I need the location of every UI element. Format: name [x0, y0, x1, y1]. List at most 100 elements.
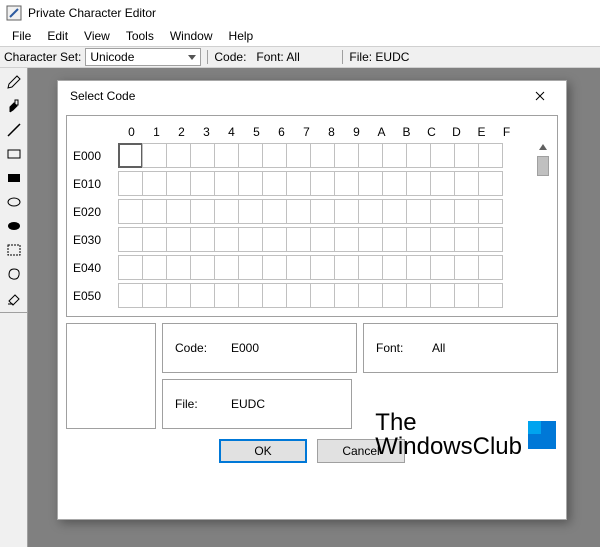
- close-button[interactable]: [522, 84, 558, 108]
- pencil-tool[interactable]: [2, 70, 26, 94]
- grid-cell[interactable]: [262, 227, 287, 252]
- grid-cell[interactable]: [166, 171, 191, 196]
- grid-cell[interactable]: [214, 199, 239, 224]
- ok-button[interactable]: OK: [219, 439, 307, 463]
- grid-cell[interactable]: [262, 255, 287, 280]
- menu-help[interactable]: Help: [221, 27, 262, 45]
- rectangle-outline-tool[interactable]: [2, 142, 26, 166]
- grid-cell[interactable]: [262, 283, 287, 308]
- grid-cell[interactable]: [214, 227, 239, 252]
- menu-tools[interactable]: Tools: [118, 27, 162, 45]
- grid-cell[interactable]: [430, 283, 455, 308]
- grid-cell[interactable]: [166, 199, 191, 224]
- grid-cell[interactable]: [358, 199, 383, 224]
- grid-cell[interactable]: [478, 143, 503, 168]
- grid-cell[interactable]: [214, 171, 239, 196]
- grid-cell[interactable]: [238, 143, 263, 168]
- grid-cell[interactable]: [190, 283, 215, 308]
- grid-cell[interactable]: [406, 227, 431, 252]
- grid-cell[interactable]: [454, 199, 479, 224]
- grid-cell[interactable]: [406, 199, 431, 224]
- grid-cell[interactable]: [118, 171, 143, 196]
- grid-cell[interactable]: [310, 143, 335, 168]
- grid-cell[interactable]: [118, 283, 143, 308]
- grid-cell[interactable]: [382, 143, 407, 168]
- grid-cell[interactable]: [334, 283, 359, 308]
- grid-cell[interactable]: [286, 255, 311, 280]
- grid-cell[interactable]: [286, 283, 311, 308]
- grid-cell[interactable]: [430, 255, 455, 280]
- grid-cell[interactable]: [310, 227, 335, 252]
- ellipse-fill-tool[interactable]: [2, 214, 26, 238]
- grid-cell[interactable]: [358, 143, 383, 168]
- grid-cell[interactable]: [262, 171, 287, 196]
- charset-select[interactable]: Unicode: [85, 48, 201, 66]
- grid-cell[interactable]: [262, 143, 287, 168]
- grid-cell[interactable]: [334, 199, 359, 224]
- eraser-tool[interactable]: [2, 286, 26, 310]
- menu-edit[interactable]: Edit: [39, 27, 76, 45]
- grid-cell[interactable]: [190, 171, 215, 196]
- rectangle-fill-tool[interactable]: [2, 166, 26, 190]
- grid-cell[interactable]: [310, 283, 335, 308]
- ellipse-outline-tool[interactable]: [2, 190, 26, 214]
- grid-cell[interactable]: [382, 171, 407, 196]
- grid-cell[interactable]: [142, 283, 167, 308]
- grid-cell[interactable]: [118, 199, 143, 224]
- grid-cell[interactable]: [238, 227, 263, 252]
- grid-cell[interactable]: [142, 227, 167, 252]
- grid-cell[interactable]: [334, 227, 359, 252]
- line-tool[interactable]: [2, 118, 26, 142]
- grid-cell[interactable]: [286, 171, 311, 196]
- grid-cell[interactable]: [358, 283, 383, 308]
- grid-cell[interactable]: [166, 255, 191, 280]
- grid-cell[interactable]: [142, 199, 167, 224]
- grid-cell[interactable]: [478, 283, 503, 308]
- grid-cell[interactable]: [454, 171, 479, 196]
- grid-cell[interactable]: [382, 283, 407, 308]
- grid-cell[interactable]: [118, 143, 143, 168]
- grid-cell[interactable]: [286, 143, 311, 168]
- grid-cell[interactable]: [118, 227, 143, 252]
- grid-cell[interactable]: [334, 171, 359, 196]
- grid-cell[interactable]: [478, 171, 503, 196]
- grid-cell[interactable]: [310, 199, 335, 224]
- free-select-tool[interactable]: [2, 262, 26, 286]
- menu-view[interactable]: View: [76, 27, 118, 45]
- grid-cell[interactable]: [478, 255, 503, 280]
- grid-cell[interactable]: [310, 255, 335, 280]
- grid-cell[interactable]: [238, 199, 263, 224]
- grid-cell[interactable]: [454, 255, 479, 280]
- grid-cell[interactable]: [382, 227, 407, 252]
- grid-cell[interactable]: [454, 283, 479, 308]
- grid-cell[interactable]: [286, 227, 311, 252]
- grid-cell[interactable]: [166, 283, 191, 308]
- menu-file[interactable]: File: [4, 27, 39, 45]
- menu-window[interactable]: Window: [162, 27, 221, 45]
- rect-select-tool[interactable]: [2, 238, 26, 262]
- grid-cell[interactable]: [382, 199, 407, 224]
- grid-cell[interactable]: [454, 227, 479, 252]
- grid-cell[interactable]: [358, 255, 383, 280]
- grid-cell[interactable]: [142, 171, 167, 196]
- grid-cell[interactable]: [262, 199, 287, 224]
- grid-cell[interactable]: [478, 227, 503, 252]
- grid-cell[interactable]: [406, 255, 431, 280]
- grid-cell[interactable]: [238, 283, 263, 308]
- grid-cell[interactable]: [406, 143, 431, 168]
- scroll-thumb[interactable]: [537, 156, 549, 176]
- grid-cell[interactable]: [358, 171, 383, 196]
- grid-cell[interactable]: [430, 227, 455, 252]
- grid-cell[interactable]: [238, 255, 263, 280]
- grid-cell[interactable]: [142, 255, 167, 280]
- grid-cell[interactable]: [190, 199, 215, 224]
- grid-cell[interactable]: [214, 143, 239, 168]
- cancel-button[interactable]: Cancel: [317, 439, 405, 463]
- brush-tool[interactable]: [2, 94, 26, 118]
- grid-cell[interactable]: [214, 283, 239, 308]
- grid-cell[interactable]: [190, 227, 215, 252]
- grid-cell[interactable]: [166, 143, 191, 168]
- grid-cell[interactable]: [430, 143, 455, 168]
- grid-cell[interactable]: [118, 255, 143, 280]
- scroll-up-button[interactable]: [536, 140, 550, 154]
